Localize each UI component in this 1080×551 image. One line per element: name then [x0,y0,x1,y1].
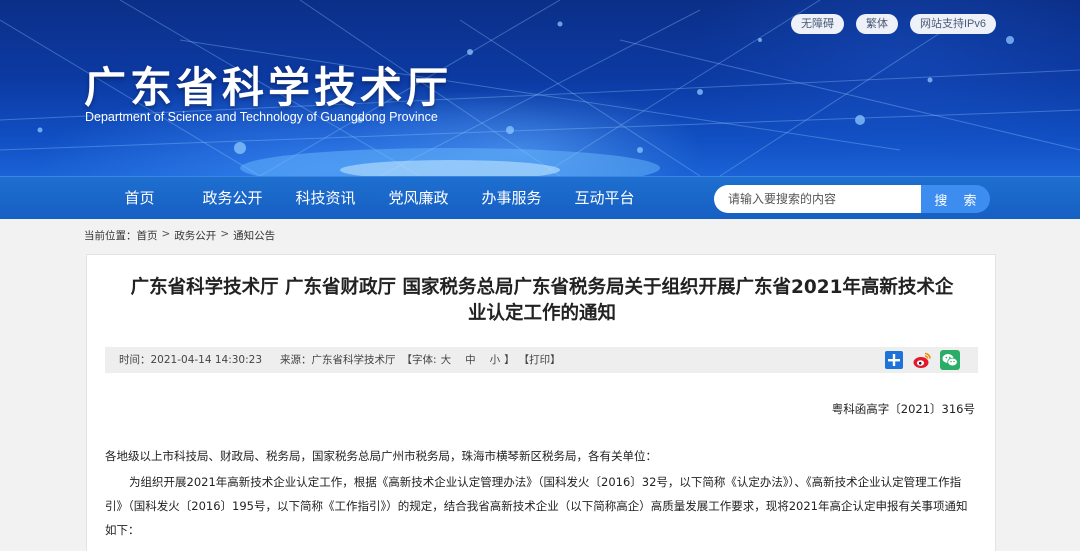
breadcrumb-home[interactable]: 首页 [137,228,158,243]
publish-time: 时间：2021-04-14 14:30:23 [119,354,263,366]
font-size-close: 】 [504,354,515,366]
article-title: 广东省科学技术厅 广东省财政厅 国家税务总局广东省税务局关于组织开展广东省202… [87,275,997,327]
weibo-icon[interactable] [912,350,932,370]
font-size-small[interactable]: 小 [490,347,501,373]
ipv6-support-link[interactable]: 网站支持IPv6 [909,14,996,34]
print-link[interactable]: 【打印】 [519,347,561,373]
accessibility-link[interactable]: 无障碍 [790,14,844,34]
nav-item-interaction[interactable]: 互动平台 [558,177,651,220]
breadcrumb-separator: > [220,228,230,240]
main-nav: 首页 政务公开 科技资讯 党风廉政 办事服务 互动平台 搜 索 [0,176,1080,219]
breadcrumb-notices[interactable]: 通知公告 [233,228,275,243]
nav-item-tech-news[interactable]: 科技资讯 [279,177,372,220]
article-addressee: 各地级以上市科技局、财政局、税务局，国家税务总局广州市税务局，珠海市横琴新区税务… [105,449,657,463]
site-title: 广东省科学技术厅 [84,63,453,112]
site-subtitle: Department of Science and Technology of … [85,110,438,124]
nav-item-party-integrity[interactable]: 党风廉政 [372,177,465,220]
document-number: 粤科函高字〔2021〕316号 [831,402,975,416]
breadcrumb-label: 当前位置： [84,230,137,242]
share-icons [884,350,960,370]
article-paragraph: 为组织开展2021年高新技术企业认定工作，根据《高新技术企业认定管理办法》（国科… [105,475,968,537]
traditional-chinese-link[interactable]: 繁体 [855,14,898,34]
search-button[interactable]: 搜 索 [921,185,990,213]
header-banner: 广东省科学技术厅 Department of Science and Techn… [0,0,1080,176]
wechat-icon[interactable] [940,350,960,370]
font-size-medium[interactable]: 中 [465,347,476,373]
article-title-line1: 广东省科学技术厅 广东省财政厅 国家税务总局广东省税务局关于组织开展广东省202… [130,277,954,298]
breadcrumb: 当前位置： 首页 > 政务公开 > 通知公告 [84,228,275,243]
search-input[interactable] [714,185,921,213]
article-card: 广东省科学技术厅 广东省财政厅 国家税务总局广东省税务局关于组织开展广东省202… [86,254,996,551]
breadcrumb-separator: > [161,228,171,240]
article-title-line2: 业认定工作的通知 [467,303,616,324]
search-box: 搜 索 [714,185,990,213]
plus-share-icon[interactable] [884,350,904,370]
font-size-label: 【字体: [401,354,437,366]
article-meta-bar: 时间：2021-04-14 14:30:23 来源：广东省科学技术厅 【字体: … [105,347,978,373]
nav-item-government-affairs[interactable]: 政务公开 [186,177,279,220]
nav-items: 首页 政务公开 科技资讯 党风廉政 办事服务 互动平台 [93,177,651,220]
font-size-large[interactable]: 大 [441,347,452,373]
breadcrumb-government-affairs[interactable]: 政务公开 [174,228,216,243]
nav-item-home[interactable]: 首页 [93,177,186,220]
nav-item-services[interactable]: 办事服务 [465,177,558,220]
article-source: 来源：广东省科学技术厅 [280,354,396,366]
top-links: 无障碍 繁体 网站支持IPv6 [790,14,996,34]
